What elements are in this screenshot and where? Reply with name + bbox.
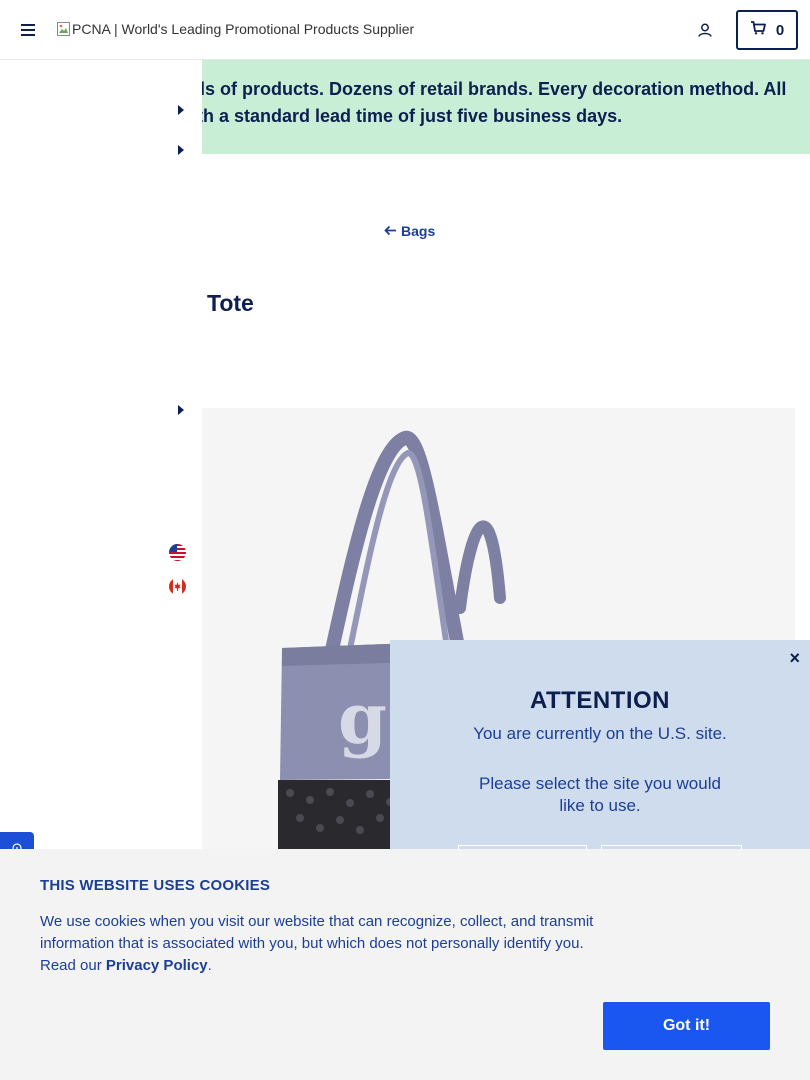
user-icon[interactable] <box>694 19 716 41</box>
modal-prompt: Please select the site you would like to… <box>479 774 721 815</box>
privacy-policy-link[interactable]: Privacy Policy <box>106 957 208 974</box>
page: PCNA | World's Leading Promotional Produ… <box>0 0 810 1080</box>
logo-alt-text: PCNA | World's Leading Promotional Produ… <box>72 21 415 37</box>
cookie-text: We use cookies when you visit our websit… <box>40 911 600 977</box>
broken-image-icon <box>56 21 72 37</box>
breadcrumb-back-link[interactable]: Bags <box>384 223 435 239</box>
cart-button[interactable]: 0 <box>736 10 798 50</box>
cart-icon <box>750 21 766 39</box>
cookie-banner: THIS WEBSITE USES COOKIES We use cookies… <box>0 849 810 1080</box>
modal-title: ATTENTION <box>529 687 671 714</box>
banner-line-2: th a standard lead time of just five bus… <box>197 106 623 126</box>
arrow-left-icon <box>384 223 397 239</box>
cookie-period: . <box>207 957 212 974</box>
us-flag-icon[interactable] <box>169 544 186 561</box>
site-selection-modal: × ATTENTION You are currently on the U.S… <box>390 640 810 885</box>
site-header: PCNA | World's Leading Promotional Produ… <box>0 0 810 60</box>
caret-right-icon[interactable] <box>176 144 186 156</box>
breadcrumb-label: Bags <box>401 223 436 239</box>
hamburger-icon[interactable] <box>18 20 38 40</box>
cookie-title: THIS WEBSITE USES COOKIES <box>40 877 271 894</box>
cart-count: 0 <box>775 21 785 39</box>
svg-text:g: g <box>338 677 387 760</box>
banner-text: ls of products. Dozens of retail brands.… <box>160 76 800 130</box>
canada-flag-icon[interactable] <box>169 578 186 595</box>
accept-cookies-button[interactable]: Got it! <box>603 1002 770 1050</box>
caret-right-icon[interactable] <box>176 104 186 116</box>
banner-line-1: ls of products. Dozens of retail brands.… <box>200 79 787 99</box>
site-logo[interactable]: PCNA | World's Leading Promotional Produ… <box>56 21 414 37</box>
close-icon[interactable]: × <box>789 648 800 669</box>
modal-current-site: You are currently on the U.S. site. <box>473 724 727 743</box>
caret-right-icon[interactable] <box>176 404 186 416</box>
product-title-text: Tote <box>207 290 254 316</box>
